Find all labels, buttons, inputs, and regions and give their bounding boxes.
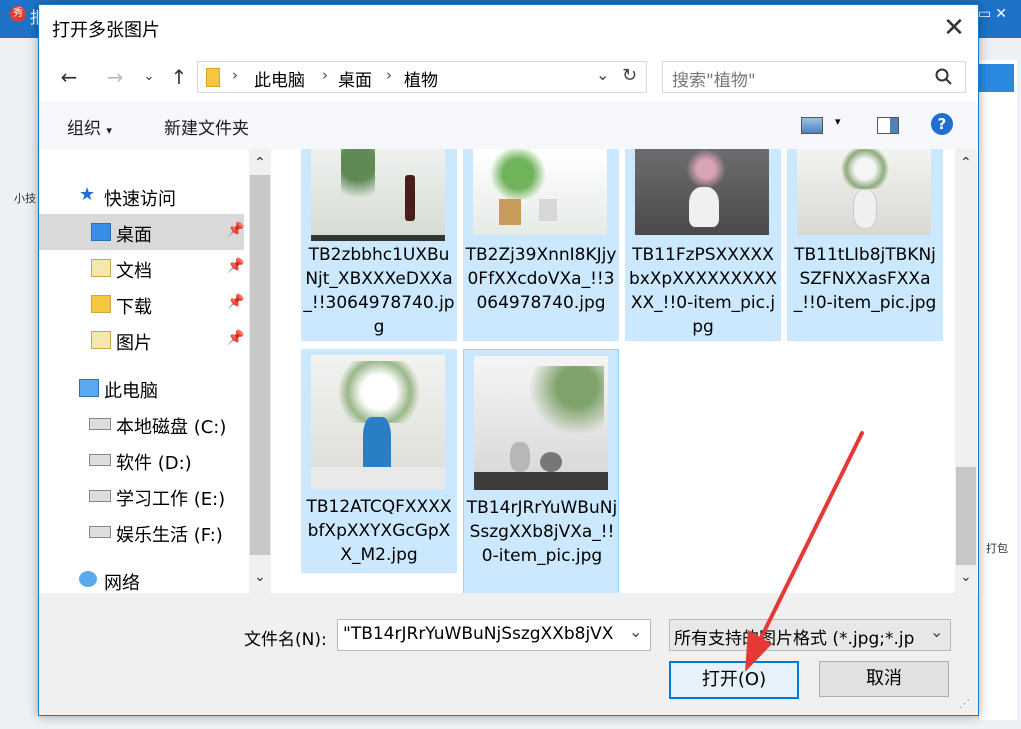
annotation-arrow: [745, 431, 864, 672]
